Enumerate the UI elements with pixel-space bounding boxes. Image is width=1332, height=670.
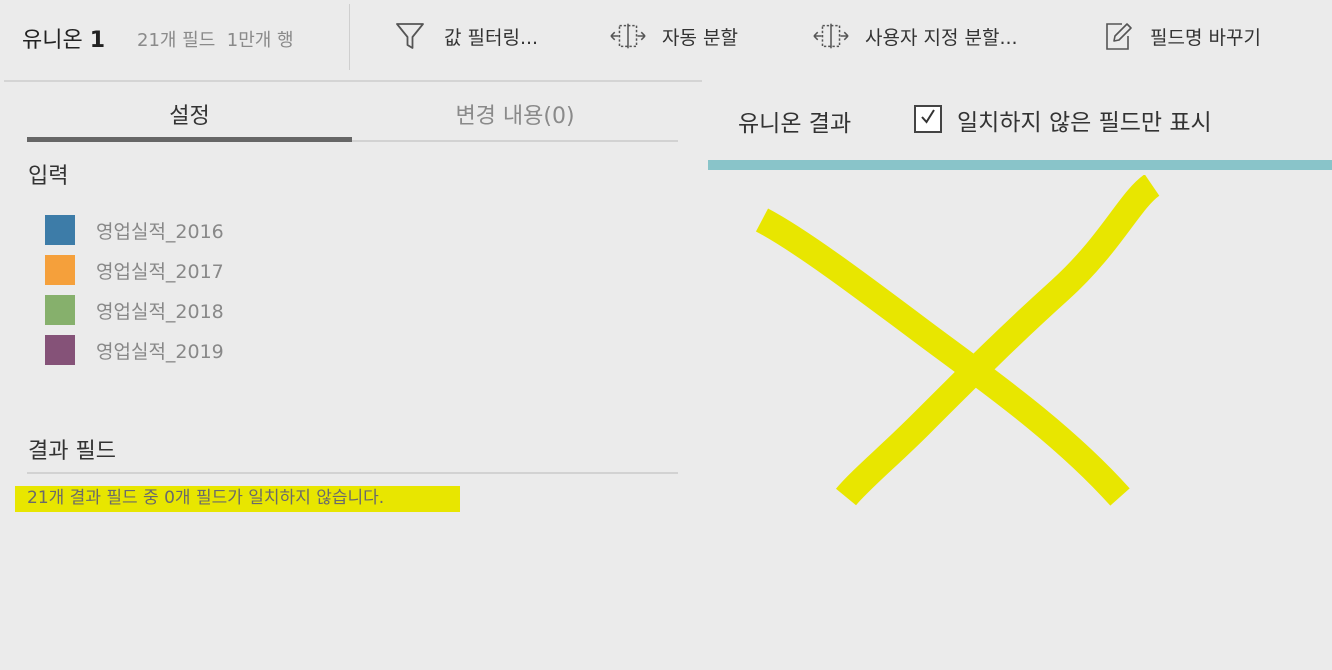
- checkmark-icon: [918, 107, 938, 131]
- edit-icon: [1100, 18, 1136, 54]
- x-mark-annotation: [755, 175, 1161, 506]
- field-count: 21개 필드: [137, 30, 216, 51]
- input-item[interactable]: 영업실적_2016: [45, 215, 224, 245]
- union-title: 유니온 1: [22, 22, 105, 54]
- toolbar-divider: [349, 4, 350, 70]
- custom-split-label: 사용자 지정 분할...: [865, 26, 1018, 49]
- input-name: 영업실적_2016: [96, 220, 224, 243]
- result-fields-message: 21개 결과 필드 중 0개 필드가 일치하지 않습니다.: [27, 488, 385, 508]
- union-name: 유니온: [22, 28, 83, 53]
- input-name: 영업실적_2018: [96, 300, 224, 323]
- inputs-heading: 입력: [28, 164, 69, 189]
- filter-values-label: 값 필터링...: [444, 26, 539, 49]
- input-name: 영업실적_2019: [96, 340, 224, 363]
- union-number: 1: [89, 28, 106, 53]
- union-meta: 21개 필드 1만개 행: [137, 26, 294, 52]
- mismatch-only-checkbox[interactable]: [914, 105, 942, 133]
- settings-tabs: 설정 변경 내용(0): [27, 86, 678, 142]
- toolbar-divider-line: [4, 80, 702, 82]
- color-swatch: [45, 335, 75, 365]
- input-item[interactable]: 영업실적_2017: [45, 255, 224, 285]
- union-result-header-bar: [708, 160, 1332, 170]
- auto-split-label: 자동 분할: [662, 26, 738, 49]
- color-swatch: [45, 295, 75, 325]
- color-swatch: [45, 215, 75, 245]
- x-mark-stroke: [835, 175, 1161, 506]
- split-icon: [610, 18, 646, 54]
- active-tab-indicator: [27, 137, 352, 142]
- result-fields-divider: [27, 472, 678, 474]
- input-item[interactable]: 영업실적_2018: [45, 295, 224, 325]
- union-result-title: 유니온 결과: [738, 111, 852, 137]
- filter-values-button[interactable]: 값 필터링...: [392, 18, 538, 54]
- filter-icon: [392, 18, 428, 54]
- rename-field-label: 필드명 바꾸기: [1150, 26, 1261, 49]
- result-fields-heading: 결과 필드: [28, 439, 116, 464]
- row-count: 1만개 행: [226, 30, 294, 51]
- tab-settings[interactable]: 설정: [27, 86, 352, 142]
- auto-split-button[interactable]: 자동 분할: [610, 18, 738, 54]
- split-icon: [813, 18, 849, 54]
- color-swatch: [45, 255, 75, 285]
- rename-field-button[interactable]: 필드명 바꾸기: [1100, 18, 1261, 54]
- x-mark-stroke: [755, 208, 1130, 506]
- custom-split-button[interactable]: 사용자 지정 분할...: [813, 18, 1018, 54]
- input-name: 영업실적_2017: [96, 260, 224, 283]
- input-item[interactable]: 영업실적_2019: [45, 335, 224, 365]
- mismatch-only-label[interactable]: 일치하지 않은 필드만 표시: [957, 103, 1212, 137]
- toolbar: 유니온 1 21개 필드 1만개 행 값 필터링... 자동 분할 사용자 지정…: [0, 0, 1332, 80]
- tab-changes[interactable]: 변경 내용(0): [352, 86, 678, 142]
